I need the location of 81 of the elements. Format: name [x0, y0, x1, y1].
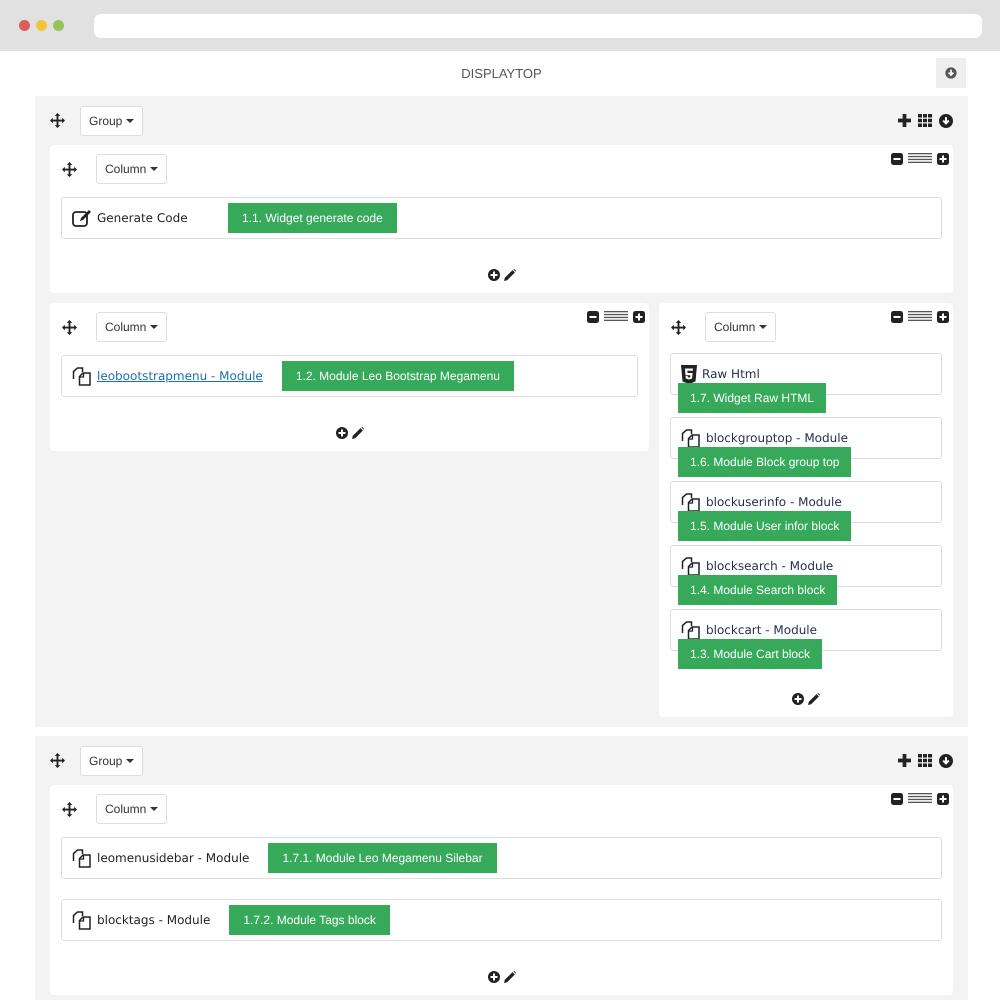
group-dropdown[interactable]: Group: [80, 106, 144, 136]
pencil-icon[interactable]: [352, 427, 364, 439]
grid-icon[interactable]: [918, 754, 932, 767]
widget-name: Generate Code: [97, 211, 189, 225]
download-button[interactable]: [936, 58, 966, 88]
copy-icon: [72, 910, 92, 930]
move-icon[interactable]: [50, 753, 65, 768]
group-dropdown[interactable]: Group: [80, 746, 144, 776]
column-dropdown[interactable]: Column: [705, 312, 776, 342]
plus-square-icon[interactable]: [937, 793, 949, 805]
widget-label: 1.7.1. Module Leo Megamenu Silebar: [268, 843, 497, 873]
plus-icon[interactable]: [898, 754, 911, 767]
plus-circle-icon[interactable]: [336, 427, 348, 439]
close-dot[interactable]: [19, 20, 30, 31]
minus-square-icon[interactable]: [891, 793, 903, 805]
plus-icon[interactable]: [898, 114, 911, 127]
widget-label: 1.6. Module Block group top: [678, 447, 852, 477]
copy-icon: [681, 556, 701, 576]
copy-icon: [72, 366, 92, 386]
move-icon[interactable]: [62, 162, 77, 176]
plus-circle-icon[interactable]: [488, 971, 500, 983]
move-icon[interactable]: [671, 320, 686, 334]
plus-circle-icon[interactable]: [792, 693, 804, 705]
widget-label: 1.7. Widget Raw HTML: [678, 383, 826, 413]
minus-square-icon[interactable]: [587, 311, 599, 323]
lines-icon[interactable]: [908, 311, 932, 321]
copy-icon: [681, 620, 701, 640]
widget-item[interactable]: leobootstrapmenu - Module 1.2. Module Leo Bootstrap Megamenu: [61, 355, 638, 397]
caret-icon: [150, 167, 158, 171]
caret-icon: [759, 325, 768, 329]
pencil-icon[interactable]: [504, 269, 516, 281]
widget-label: 1.4. Module Search block: [678, 575, 838, 605]
move-icon[interactable]: [50, 113, 65, 128]
caret-icon: [150, 807, 158, 811]
column-dropdown[interactable]: Column: [96, 312, 168, 342]
widget-item[interactable]: leomenusidebar - Module 1.7.1. Module Leo Megamenu Silebar: [61, 837, 942, 879]
widget-name: Raw Html: [702, 367, 761, 381]
lines-icon[interactable]: [908, 793, 932, 803]
caret-icon: [126, 118, 134, 122]
move-icon[interactable]: [62, 802, 77, 816]
copy-icon: [681, 492, 701, 512]
grid-icon[interactable]: [918, 114, 932, 127]
caret-icon: [150, 325, 158, 329]
lines-icon[interactable]: [604, 311, 628, 321]
minus-square-icon[interactable]: [891, 311, 903, 323]
widget-label: 1.7.2. Module Tags block: [229, 905, 390, 935]
caret-icon: [126, 758, 134, 762]
maximize-dot[interactable]: [53, 20, 64, 31]
widget-item[interactable]: blocktags - Module 1.7.2. Module Tags block: [61, 899, 942, 941]
widget-label: 1.2. Module Leo Bootstrap Megamenu: [282, 361, 514, 391]
widget-label: 1.1. Widget generate code: [228, 203, 397, 233]
copy-icon: [681, 428, 701, 448]
widget-name: blocksearch - Module: [706, 559, 834, 573]
pencil-icon[interactable]: [808, 693, 820, 705]
download-icon[interactable]: [939, 114, 953, 128]
plus-square-icon[interactable]: [633, 311, 645, 323]
download-icon[interactable]: [939, 754, 953, 768]
plus-square-icon[interactable]: [937, 153, 949, 165]
minimize-dot[interactable]: [36, 20, 47, 31]
edit-icon: [72, 209, 92, 227]
widget-name: blockuserinfo - Module: [706, 495, 842, 509]
widget-name: blocktags - Module: [97, 913, 210, 927]
move-icon[interactable]: [62, 320, 77, 334]
minus-square-icon[interactable]: [891, 153, 903, 165]
section-title: DISPLAYTOP: [461, 66, 542, 81]
widget-name: leomenusidebar - Module: [97, 851, 250, 865]
widget-item[interactable]: Generate Code 1.1. Widget generate code: [61, 197, 942, 239]
lines-icon[interactable]: [908, 153, 932, 163]
widget-label: 1.3. Module Cart block: [678, 639, 822, 669]
copy-icon: [72, 848, 92, 868]
widget-name: blockgrouptop - Module: [706, 431, 848, 445]
widget-label: 1.5. Module User infor block: [678, 511, 852, 541]
module-link[interactable]: leobootstrapmenu - Module: [97, 369, 263, 383]
plus-square-icon[interactable]: [937, 311, 949, 323]
column-dropdown[interactable]: Column: [96, 794, 168, 824]
plus-circle-icon[interactable]: [488, 269, 500, 281]
widget-name: blockcart - Module: [706, 623, 818, 637]
download-icon: [945, 67, 957, 79]
column-dropdown[interactable]: Column: [96, 154, 168, 184]
pencil-icon[interactable]: [504, 971, 516, 983]
html5-icon: [681, 364, 697, 384]
